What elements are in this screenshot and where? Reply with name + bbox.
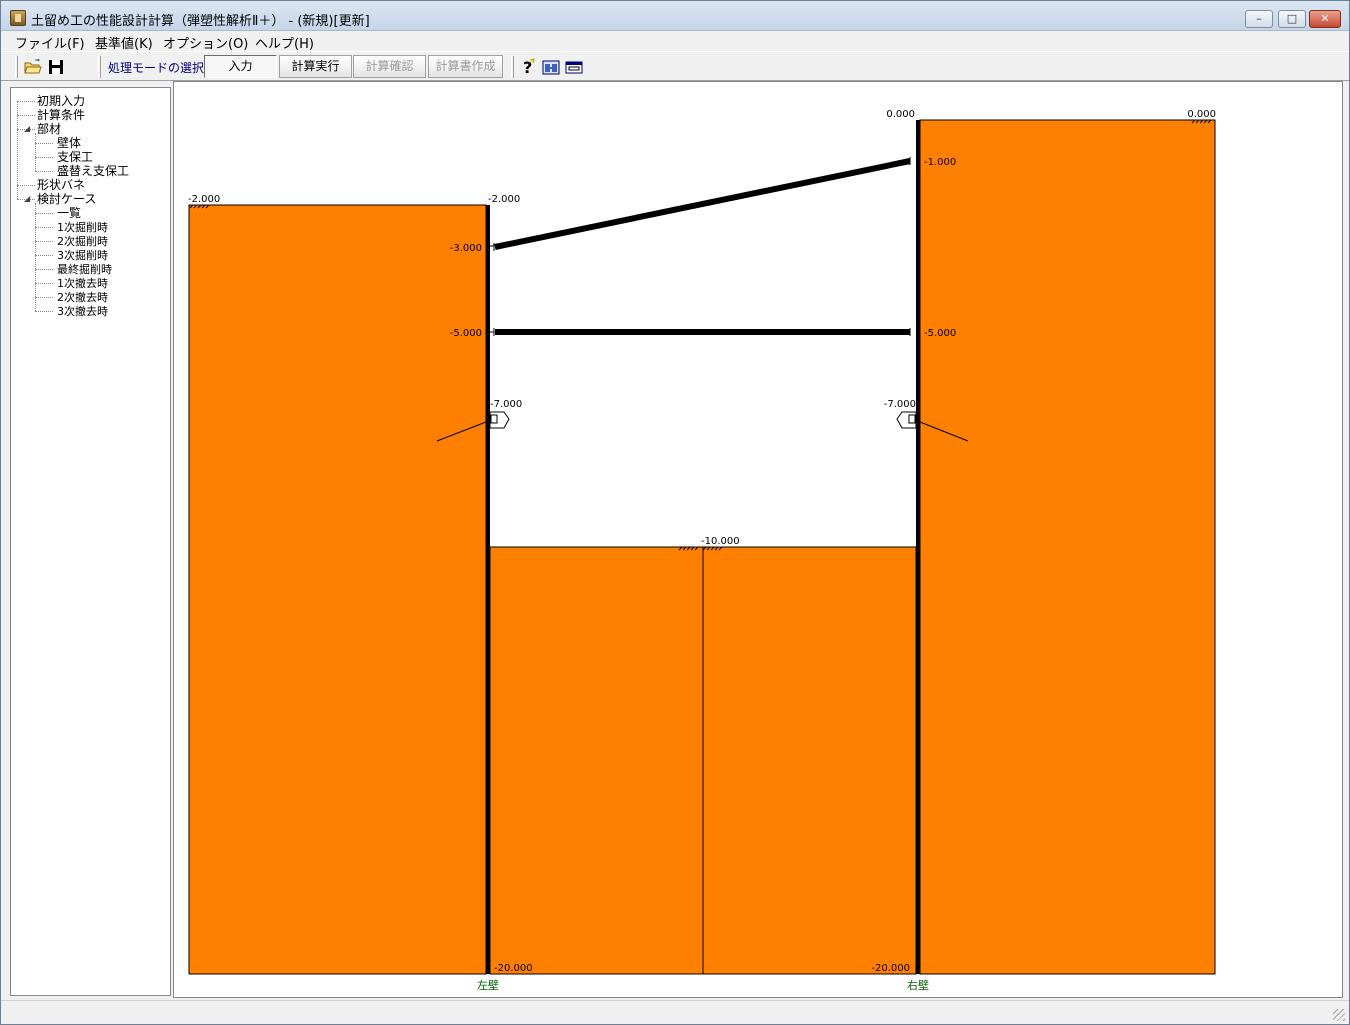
tree-item[interactable]: 検討ケース <box>37 193 96 206</box>
maximize-button[interactable]: □ <box>1278 10 1306 28</box>
title-bar: 土留め工の性能設計計算（弾塑性解析Ⅱ＋） - (新規)[更新] – □ ✕ <box>1 1 1349 31</box>
app-icon <box>10 10 26 26</box>
menu-file[interactable]: ファイル(F) <box>15 33 85 52</box>
toolbar-grip[interactable] <box>98 56 101 78</box>
app-window: 土留め工の性能設計計算（弾塑性解析Ⅱ＋） - (新規)[更新] – □ ✕ ファ… <box>0 0 1350 1025</box>
tree-branch-line <box>35 283 53 284</box>
menu-help[interactable]: ヘルプ(H) <box>255 33 314 52</box>
tree-item[interactable]: 盛替え支保工 <box>57 165 129 178</box>
help-icon[interactable]: ? <box>519 57 539 77</box>
right-anchor-plate <box>908 414 916 424</box>
left-wall-bottom-label: -20.000 <box>494 963 533 974</box>
tree-branch-line <box>35 255 53 256</box>
tree-branch-line <box>17 185 35 186</box>
strut2-right-level-label: -5.000 <box>924 328 956 339</box>
input-mode-button[interactable]: 入力 <box>204 55 277 78</box>
tree-branch-line <box>35 157 53 158</box>
tree-branch-line <box>17 115 35 116</box>
minimize-button[interactable]: – <box>1245 10 1273 28</box>
cross-section-drawing[interactable]: -2.000 -2.000 0.000 0.000 -3.000 -1.000 -5.000… <box>173 81 1343 998</box>
tree-item[interactable]: 支保工 <box>57 151 93 164</box>
strut-upper <box>494 158 911 250</box>
tree-item[interactable]: 初期入力 <box>37 95 85 108</box>
save-icon[interactable] <box>46 57 66 77</box>
menu-bar: ファイル(F) 基準値(K) オプション(O) ヘルプ(H) <box>1 31 1349 52</box>
tree-expand-icon[interactable]: ◢ <box>24 124 30 133</box>
tree-expand-icon[interactable]: ◢ <box>24 194 30 203</box>
excavation-soil-left <box>489 546 704 975</box>
tree-item[interactable]: 壁体 <box>57 137 81 150</box>
right-wall-top-label: 0.000 <box>886 109 915 120</box>
excavation-bottom-label: -10.000 <box>701 536 740 547</box>
menu-standards[interactable]: 基準値(K) <box>95 33 153 52</box>
status-bar <box>1 1000 1349 1024</box>
tree-item[interactable]: 1次撤去時 <box>57 277 108 290</box>
excavation-soil-right <box>702 546 917 975</box>
tree-branch-line <box>35 227 53 228</box>
left-ground-level-label: -2.000 <box>188 194 220 205</box>
tree-branch-line <box>35 213 53 214</box>
tree-item[interactable]: 一覧 <box>57 207 81 220</box>
strut2-left-level-label: -5.000 <box>450 328 482 339</box>
tree-item[interactable]: 3次撤去時 <box>57 305 108 318</box>
check-results-button[interactable]: 計算確認 <box>353 55 426 78</box>
input-tree[interactable]: 初期入力 計算条件 ◢ 部材 壁体 支保工 盛替え支保工 形状バネ ◢ 検討ケース 一覧 1次掘削時 2… <box>10 87 171 996</box>
right-backfill-soil <box>919 119 1216 975</box>
right-wall-bottom-label: -20.000 <box>871 963 910 974</box>
tree-item[interactable]: 2次掘削時 <box>57 235 108 248</box>
tree-item[interactable]: 最終掘削時 <box>57 263 112 276</box>
strut1-right-level-label: -1.000 <box>924 157 956 168</box>
window-title: 土留め工の性能設計計算（弾塑性解析Ⅱ＋） - (新規)[更新] <box>31 14 370 29</box>
tree-branch-line <box>35 269 53 270</box>
tree-item[interactable]: 2次撤去時 <box>57 291 108 304</box>
toolbar: 処理モードの選択 入力 計算実行 計算確認 計算書作成 ? <box>1 51 1349 81</box>
strut1-left-level-label: -3.000 <box>450 243 482 254</box>
left-wall-name-label: 左壁 <box>477 978 499 992</box>
right-ground-level-label: 0.000 <box>1187 109 1216 120</box>
close-button[interactable]: ✕ <box>1309 10 1341 28</box>
tree-branch-line <box>35 171 53 172</box>
left-wall <box>486 205 490 974</box>
resize-grip[interactable] <box>1333 1009 1345 1021</box>
tree-branch-line <box>35 241 53 242</box>
left-wall-top-label: -2.000 <box>488 194 520 205</box>
menu-options[interactable]: オプション(O) <box>163 33 248 52</box>
tree-branch-line <box>35 143 53 144</box>
right-wall-name-label: 右壁 <box>907 978 929 992</box>
tree-branch-line <box>35 311 53 312</box>
right-wall <box>916 120 920 974</box>
run-calculation-button[interactable]: 計算実行 <box>279 55 352 78</box>
tree-item[interactable]: 1次掘削時 <box>57 221 108 234</box>
window-icon[interactable] <box>564 57 584 77</box>
tree-item[interactable]: 形状バネ <box>37 179 85 192</box>
tree-guide-line <box>35 203 36 311</box>
tree-branch-line <box>35 297 53 298</box>
tree-guide-line <box>35 133 36 171</box>
model-view-icon[interactable] <box>541 57 561 77</box>
tree-item[interactable]: 3次掘削時 <box>57 249 108 262</box>
tree-item[interactable]: 計算条件 <box>37 109 85 122</box>
mode-select-label: 処理モードの選択 <box>108 61 205 75</box>
toolbar-grip[interactable] <box>15 56 18 78</box>
anchor-right-level-label: -7.000 <box>884 399 916 410</box>
section-svg: -2.000 -2.000 0.000 0.000 -3.000 -1.000 -5.000… <box>188 109 1216 992</box>
toolbar-grip[interactable] <box>511 56 514 78</box>
create-report-button[interactable]: 計算書作成 <box>428 55 503 78</box>
left-anchor-plate <box>490 414 498 424</box>
left-backfill-soil <box>188 204 487 975</box>
anchor-left-level-label: -7.000 <box>490 399 522 410</box>
tree-branch-line <box>17 101 35 102</box>
open-folder-icon[interactable] <box>23 57 43 77</box>
tree-item[interactable]: 部材 <box>37 123 61 136</box>
